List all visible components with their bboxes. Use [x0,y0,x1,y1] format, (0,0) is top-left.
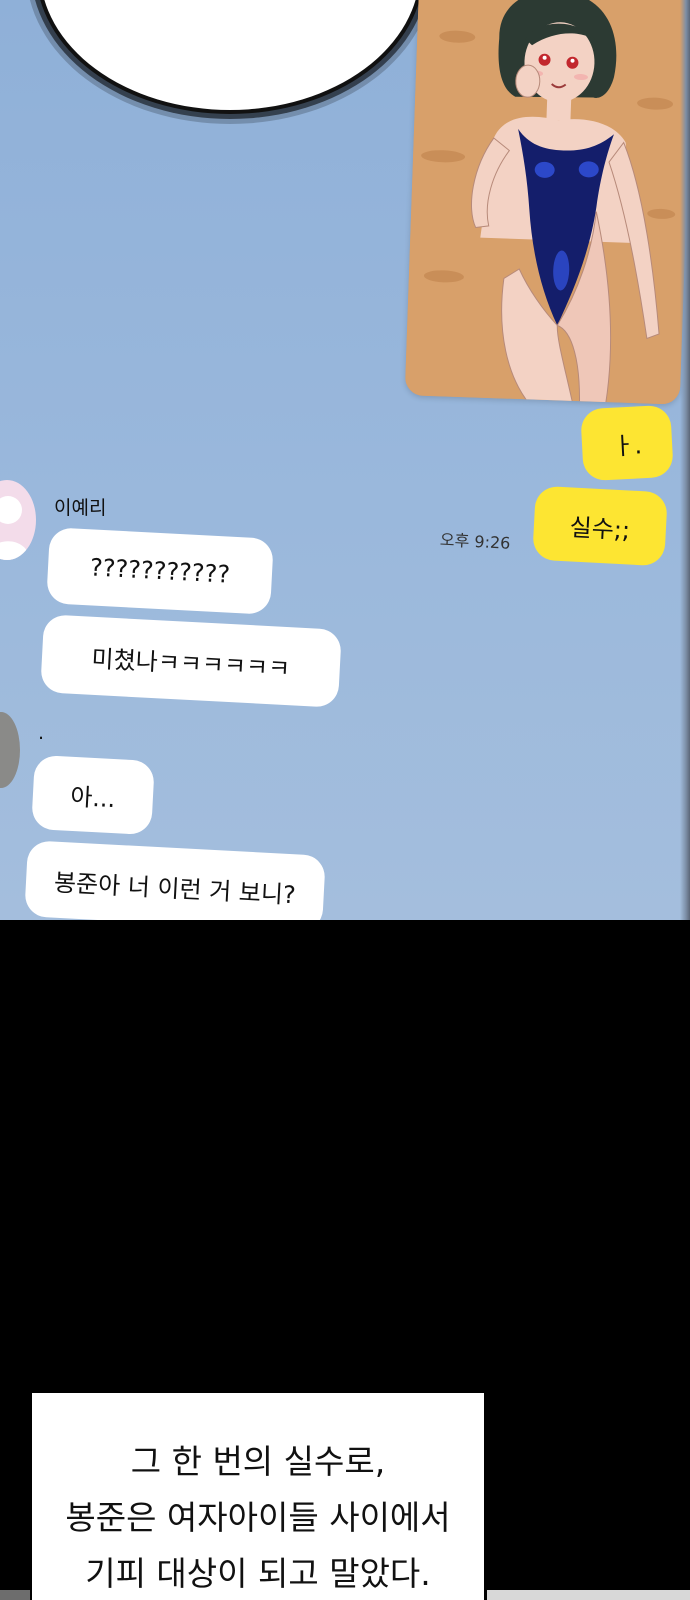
caption-line: 기피 대상이 되고 말았다. [85,1554,431,1593]
message-text: 봉준아 너 이런 거 보니? [53,868,297,909]
next-panel-edge [0,1590,30,1600]
avatar[interactable] [0,712,20,788]
message-timestamp: 오후 9:26 [439,530,511,553]
message-text: ??????????? [89,553,231,589]
narration-caption-box: 그 한 번의 실수로, 봉준은 여자아이들 사이에서 기피 대상이 되고 말았다… [32,1393,484,1600]
message-text: ㅏ. [611,430,643,461]
shared-photo[interactable] [404,0,690,405]
caption-line: 그 한 번의 실수로, [130,1442,386,1481]
profile-silhouette-icon [0,496,30,560]
their-message-bubble[interactable]: 아... [31,754,155,836]
their-message-bubble[interactable]: 봉준아 너 이런 거 보니? [24,840,326,920]
sender-name: 이예리 [54,497,107,519]
message-text: 실수;; [569,512,631,545]
caption-line: 봉준은 여자아이들 사이에서 [65,1498,451,1537]
my-message-bubble[interactable]: 실수;; [532,485,668,567]
their-message-bubble[interactable]: 미쳤나ㅋㅋㅋㅋㅋㅋ [40,614,342,708]
chat-screen: ㅏ. 실수;; 오후 9:26 이예리 ??????????? 미쳤나ㅋㅋㅋㅋㅋ… [0,0,690,920]
their-message-bubble[interactable]: ??????????? [46,527,274,615]
sender-name: . [38,722,45,744]
message-text: 아... [69,782,117,813]
my-message-bubble[interactable]: ㅏ. [580,404,674,482]
avatar[interactable] [0,480,36,560]
message-text: 미쳤나ㅋㅋㅋㅋㅋㅋ [90,644,291,683]
phone-edge [680,0,690,920]
speech-burst-shape [40,0,420,110]
next-panel-edge [487,1590,690,1600]
swimsuit-girl-illustration [404,0,690,405]
